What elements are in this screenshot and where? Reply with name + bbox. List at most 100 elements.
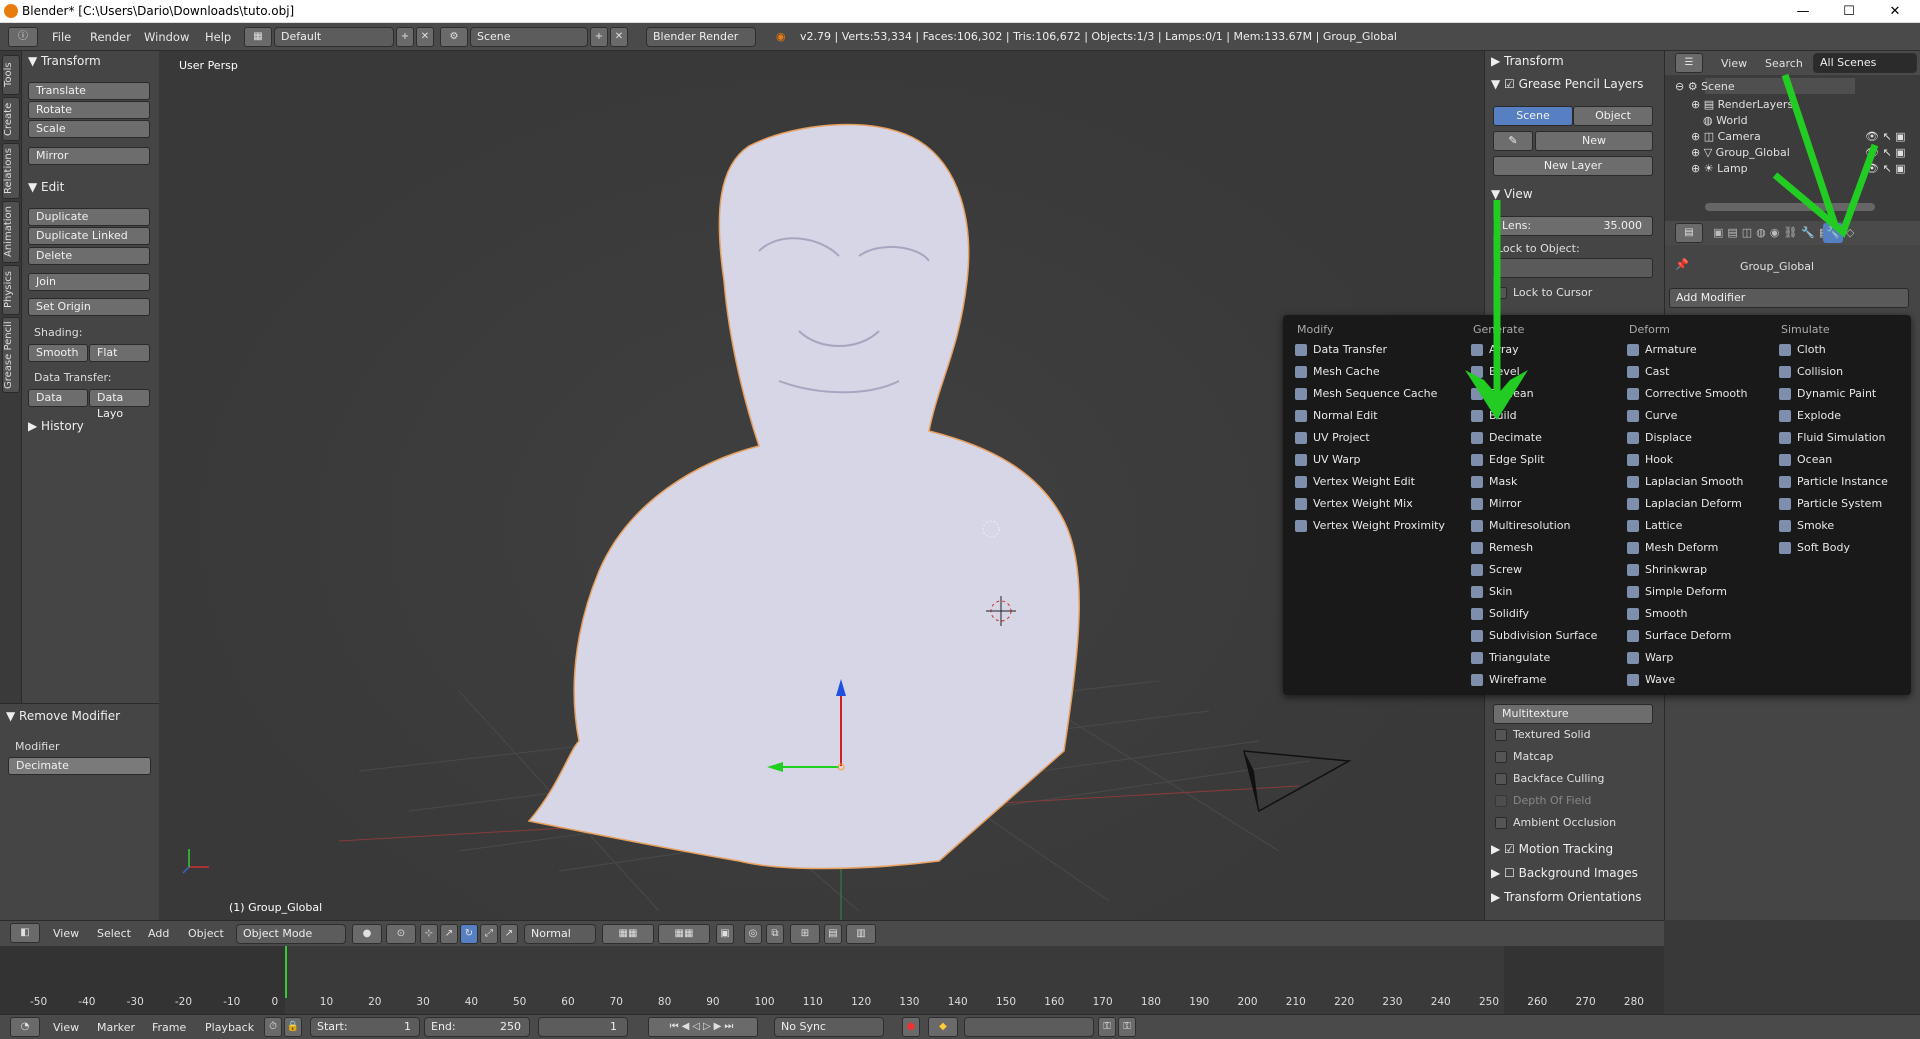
modifier-menu-item[interactable]: Wave bbox=[1625, 671, 1675, 689]
translate-manip-icon[interactable]: ↗ bbox=[440, 924, 458, 944]
outliner-search-menu[interactable]: Search bbox=[1765, 57, 1803, 70]
maximize-button[interactable]: ☐ bbox=[1826, 0, 1872, 23]
transform-orientations-header[interactable]: ▶ Transform Orientations bbox=[1491, 890, 1642, 904]
outliner-item-group-global[interactable]: ⊕ ▽ Group_Global bbox=[1691, 146, 1790, 159]
delete-button[interactable]: Delete bbox=[28, 247, 150, 265]
modifier-menu-item[interactable]: Laplacian Deform bbox=[1625, 495, 1742, 513]
preview-range-icon[interactable]: ⏱ bbox=[264, 1017, 282, 1037]
layout-add-icon[interactable]: + bbox=[396, 27, 414, 47]
modifier-menu-item[interactable]: Data Transfer bbox=[1293, 341, 1387, 359]
modifier-menu-item[interactable]: Smoke bbox=[1777, 517, 1834, 535]
lock-layers-icon[interactable]: ▣ bbox=[716, 924, 734, 944]
smooth-button[interactable]: Smooth bbox=[28, 344, 88, 362]
new-layer-button[interactable]: New Layer bbox=[1493, 156, 1653, 176]
outliner-item-camera[interactable]: ⊕ ◫ Camera bbox=[1691, 130, 1761, 143]
timeline-menu-marker[interactable]: Marker bbox=[97, 1021, 135, 1034]
modifier-menu-item[interactable]: Screw bbox=[1469, 561, 1522, 579]
timeline-menu-playback[interactable]: Playback bbox=[205, 1021, 254, 1034]
timeline-menu-frame[interactable]: Frame bbox=[152, 1021, 186, 1034]
modifier-menu-item[interactable]: Displace bbox=[1625, 429, 1692, 447]
delete-keyframe-icon[interactable]: ⚿ bbox=[1118, 1017, 1136, 1037]
add-modifier-select[interactable]: Add Modifier bbox=[1669, 288, 1909, 308]
insert-keyframe-icon[interactable]: ⚿ bbox=[1098, 1017, 1116, 1037]
textured-solid-checkbox[interactable] bbox=[1495, 729, 1507, 741]
modifier-menu-item[interactable]: Mask bbox=[1469, 473, 1517, 491]
manipulator-icon[interactable]: ⊹ bbox=[420, 924, 438, 944]
remove-modifier-header[interactable]: ▼ Remove Modifier bbox=[6, 709, 120, 723]
viewport-menu-object[interactable]: Object bbox=[188, 927, 224, 940]
bust-model[interactable] bbox=[527, 123, 1080, 870]
current-frame-field[interactable]: 1 bbox=[538, 1017, 628, 1037]
modifier-menu-item[interactable]: Dynamic Paint bbox=[1777, 385, 1876, 403]
modifier-menu-item[interactable]: Edge Split bbox=[1469, 451, 1545, 469]
modifier-menu-item[interactable]: Soft Body bbox=[1777, 539, 1850, 557]
new-gp-button[interactable]: New bbox=[1535, 131, 1653, 151]
background-images-header[interactable]: ▶ ☐ Background Images bbox=[1491, 866, 1638, 880]
menu-file[interactable]: File bbox=[52, 30, 71, 44]
proportional-edit-icon[interactable]: ◎ bbox=[744, 924, 762, 944]
playback-controls[interactable]: ⏮◀◁▷▶⏭ bbox=[648, 1017, 758, 1037]
render-engine-select[interactable]: Blender Render bbox=[646, 27, 756, 47]
data-button[interactable]: Data bbox=[28, 389, 88, 407]
camera-object[interactable] bbox=[1243, 750, 1352, 813]
modifier-menu-item[interactable]: Mesh Sequence Cache bbox=[1293, 385, 1437, 403]
keying-set-field[interactable] bbox=[964, 1017, 1094, 1037]
duplicate-button[interactable]: Duplicate bbox=[28, 208, 150, 226]
rotate-button[interactable]: Rotate bbox=[28, 101, 150, 119]
view-header[interactable]: ▼ View bbox=[1491, 187, 1533, 201]
scale-manip-icon[interactable]: ⤢ bbox=[480, 924, 498, 944]
timeline-menu-view[interactable]: View bbox=[53, 1021, 79, 1034]
current-frame-marker[interactable] bbox=[285, 946, 287, 998]
lock-cursor-checkbox[interactable] bbox=[1495, 287, 1507, 299]
pivot-icon[interactable]: ⊙ bbox=[386, 924, 416, 944]
viewport-menu-select[interactable]: Select bbox=[97, 927, 131, 940]
menu-render[interactable]: Render bbox=[90, 30, 131, 44]
lens-field[interactable]: Lens: 35.000 bbox=[1493, 216, 1653, 236]
modifier-menu-item[interactable]: UV Warp bbox=[1293, 451, 1361, 469]
outliner-filter-select[interactable]: All Scenes bbox=[1813, 53, 1917, 73]
modifier-menu-item[interactable]: Multiresolution bbox=[1469, 517, 1571, 535]
outliner-view-menu[interactable]: View bbox=[1721, 57, 1747, 70]
depth-of-field-checkbox[interactable] bbox=[1495, 795, 1507, 807]
modifier-menu-item[interactable]: Boolean bbox=[1469, 385, 1534, 403]
modifier-menu-item[interactable]: Warp bbox=[1625, 649, 1673, 667]
modifier-menu-item[interactable]: Explode bbox=[1777, 407, 1841, 425]
tab-physics[interactable]: Physics bbox=[2, 265, 20, 315]
modifier-menu-item[interactable]: Subdivision Surface bbox=[1469, 627, 1597, 645]
orientation-select[interactable]: Normal bbox=[524, 924, 596, 944]
pencil-icon[interactable]: ✎ bbox=[1493, 131, 1533, 151]
history-panel-header[interactable]: ▶ History bbox=[28, 419, 84, 433]
ambient-occlusion-checkbox[interactable] bbox=[1495, 817, 1507, 829]
shading-select[interactable]: Multitexture bbox=[1493, 704, 1653, 724]
menu-window[interactable]: Window bbox=[144, 30, 189, 44]
tab-tools[interactable]: Tools bbox=[2, 55, 20, 95]
modifier-menu-item[interactable]: Decimate bbox=[1469, 429, 1542, 447]
editor-type-icon[interactable]: ⓘ bbox=[8, 27, 38, 47]
record-icon[interactable]: ● bbox=[902, 1017, 920, 1037]
modifier-menu-item[interactable]: Smooth bbox=[1625, 605, 1687, 623]
modifiers-tab-wrench-icon[interactable]: 🔧 bbox=[1823, 223, 1843, 243]
modifier-menu-item[interactable]: Armature bbox=[1625, 341, 1697, 359]
modifier-menu-item[interactable]: Vertex Weight Proximity bbox=[1293, 517, 1445, 535]
lock-object-field[interactable] bbox=[1493, 258, 1653, 278]
tab-relations[interactable]: Relations bbox=[2, 143, 20, 199]
opengl-render-icon[interactable]: ▤ bbox=[824, 924, 842, 944]
modifier-menu-item[interactable]: Solidify bbox=[1469, 605, 1529, 623]
pin-icon[interactable]: 📌 bbox=[1675, 258, 1689, 271]
object-toggle[interactable]: Object bbox=[1573, 106, 1653, 126]
layout-grid-icon[interactable]: ▦ bbox=[244, 27, 272, 47]
modifier-field[interactable]: Decimate bbox=[8, 757, 151, 775]
outliner-scrollbar[interactable] bbox=[1705, 203, 1875, 211]
modifier-menu-item[interactable]: Lattice bbox=[1625, 517, 1682, 535]
visibility-eye-icon[interactable]: 👁 ↖ ▣ bbox=[1865, 130, 1906, 143]
tab-animation[interactable]: Animation bbox=[2, 201, 20, 263]
tab-grease-pencil[interactable]: Grease Pencil bbox=[2, 317, 20, 393]
timeline-area[interactable]: -50 -40 -30 -20 -10 0 10 20 30 40 50 60 70 80 90 100 110… bbox=[0, 946, 1664, 1014]
modifier-menu-item[interactable]: Corrective Smooth bbox=[1625, 385, 1747, 403]
start-frame-field[interactable]: Start: 1 bbox=[310, 1017, 420, 1037]
modifier-menu-item[interactable]: Particle Instance bbox=[1777, 473, 1888, 491]
modifier-menu-item[interactable]: Particle System bbox=[1777, 495, 1882, 513]
edit-panel-header[interactable]: ▼ Edit bbox=[28, 180, 64, 194]
modifier-menu-item[interactable]: Shrinkwrap bbox=[1625, 561, 1707, 579]
sync-select[interactable]: No Sync bbox=[774, 1017, 884, 1037]
